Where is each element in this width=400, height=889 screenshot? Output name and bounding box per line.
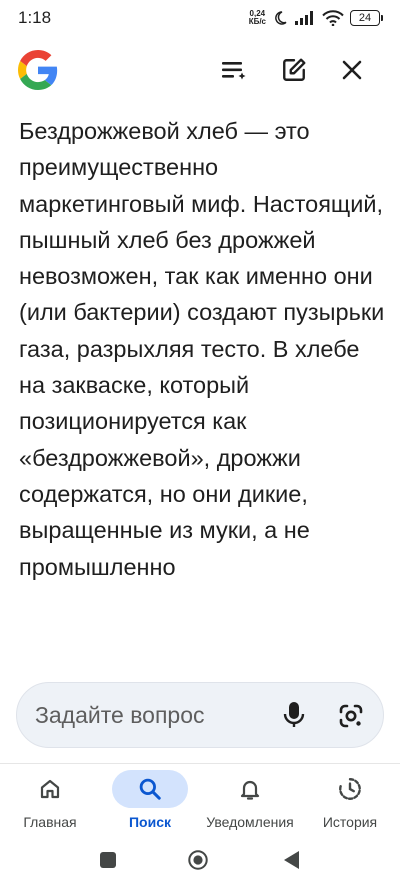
- bell-icon: [240, 780, 260, 800]
- system-nav-bar: [0, 840, 400, 889]
- google-g-logo[interactable]: [18, 50, 58, 90]
- nav-label: Уведомления: [206, 814, 294, 830]
- network-speed-unit: КБ/с: [248, 17, 266, 26]
- wifi-icon: [322, 10, 344, 26]
- close-icon: [342, 60, 362, 80]
- nav-item-home[interactable]: Главная: [0, 764, 100, 840]
- back-triangle-icon: [284, 851, 299, 869]
- status-bar: 1:18 0,24 КБ/с 24: [0, 0, 400, 36]
- nav-item-search[interactable]: Поиск: [100, 764, 200, 840]
- nav-label: Главная: [23, 814, 77, 830]
- battery-icon: 24: [350, 10, 383, 26]
- microphone-icon: [283, 702, 305, 727]
- nav-pill: [12, 770, 88, 808]
- moon-icon: [275, 11, 287, 25]
- network-speed: 0,24 КБ/с: [249, 10, 266, 26]
- signal-icon: [295, 11, 313, 25]
- bottom-nav: Главная Поиск Уведомления История: [0, 764, 400, 840]
- edit-icon: [283, 58, 306, 81]
- status-time: 1:18: [18, 8, 52, 27]
- ai-answer-text: Бездрожжевой хлеб — это преимущественно …: [19, 118, 385, 580]
- app-bar: [0, 44, 400, 96]
- history-icon: [339, 778, 361, 800]
- ask-bar: [16, 682, 384, 748]
- nav-item-history[interactable]: История: [300, 764, 400, 840]
- new-chat-button[interactable]: [276, 52, 312, 88]
- nav-item-notifications[interactable]: Уведомления: [200, 764, 300, 840]
- battery-level: 24: [358, 12, 372, 24]
- recents-button[interactable]: [97, 849, 119, 871]
- nav-label: Поиск: [128, 814, 171, 830]
- history-list-icon: [222, 62, 246, 80]
- lens-button[interactable]: [335, 700, 367, 732]
- home-system-button[interactable]: [187, 849, 209, 871]
- close-button[interactable]: [334, 52, 370, 88]
- google-lens-icon: [339, 704, 363, 728]
- search-icon: [139, 778, 161, 800]
- status-icons: 0,24 КБ/с 24: [249, 9, 383, 27]
- home-circle-icon: [188, 850, 208, 870]
- nav-pill: [212, 770, 288, 808]
- nav-label: История: [322, 814, 378, 830]
- nav-pill: [112, 770, 188, 808]
- history-list-button[interactable]: [216, 52, 252, 88]
- back-button[interactable]: [280, 849, 302, 871]
- home-icon: [40, 779, 60, 799]
- nav-pill: [312, 770, 388, 808]
- voice-input-button[interactable]: [279, 700, 309, 730]
- ask-input[interactable]: [35, 683, 265, 747]
- recents-square-icon: [100, 852, 116, 868]
